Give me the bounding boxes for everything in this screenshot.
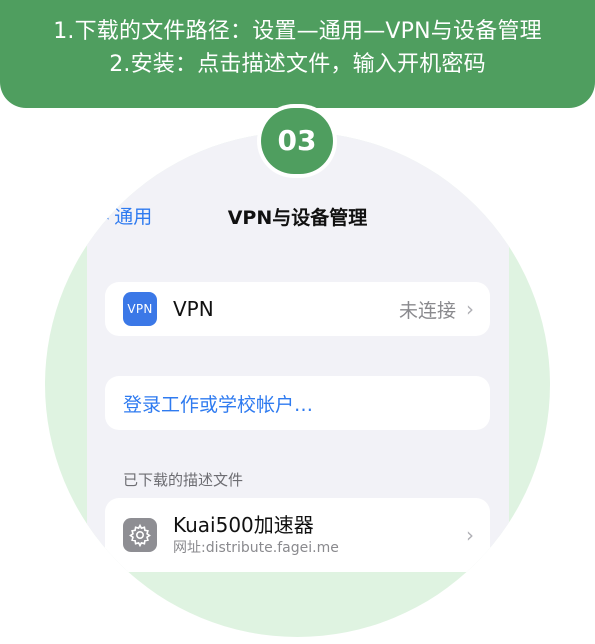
instruction-line-1: 1.下载的文件路径：设置—通用—VPN与设备管理 — [53, 19, 542, 44]
profile-name: Kuai500加速器 — [173, 513, 314, 537]
phone-screen-clip: ‹ 通用 VPN与设备管理 VPN VPN 未连接 › 登录工作或学校帐户… 已… — [45, 132, 550, 637]
downloaded-profiles-header: 已下载的描述文件 — [123, 471, 244, 489]
chevron-right-icon: › — [466, 297, 474, 321]
vpn-icon: VPN — [123, 292, 157, 326]
gear-icon — [123, 518, 157, 552]
vpn-status: 未连接 — [398, 299, 456, 322]
instruction-banner: 1.下载的文件路径：设置—通用—VPN与设备管理 2.安装：点击描述文件，输入开… — [0, 0, 595, 108]
instruction-line-2: 2.安装：点击描述文件，输入开机密码 — [109, 52, 486, 77]
login-label: 登录工作或学校帐户… — [123, 393, 314, 416]
profile-row[interactable]: Kuai500加速器 网址:distribute.fagei.me › — [105, 498, 490, 572]
profile-url: 网址:distribute.fagei.me — [173, 540, 339, 556]
step-number-badge: 03 — [261, 108, 333, 174]
chevron-right-icon: › — [466, 523, 474, 547]
vpn-label: VPN — [173, 297, 214, 321]
vpn-row[interactable]: VPN VPN 未连接 › — [105, 282, 490, 336]
tutorial-page: ‹ 通用 VPN与设备管理 VPN VPN 未连接 › 登录工作或学校帐户… 已… — [0, 0, 595, 644]
page-title: VPN与设备管理 — [227, 207, 368, 229]
login-work-school-account-button[interactable]: 登录工作或学校帐户… — [105, 376, 490, 430]
profile-text: Kuai500加速器 网址:distribute.fagei.me — [173, 512, 466, 558]
